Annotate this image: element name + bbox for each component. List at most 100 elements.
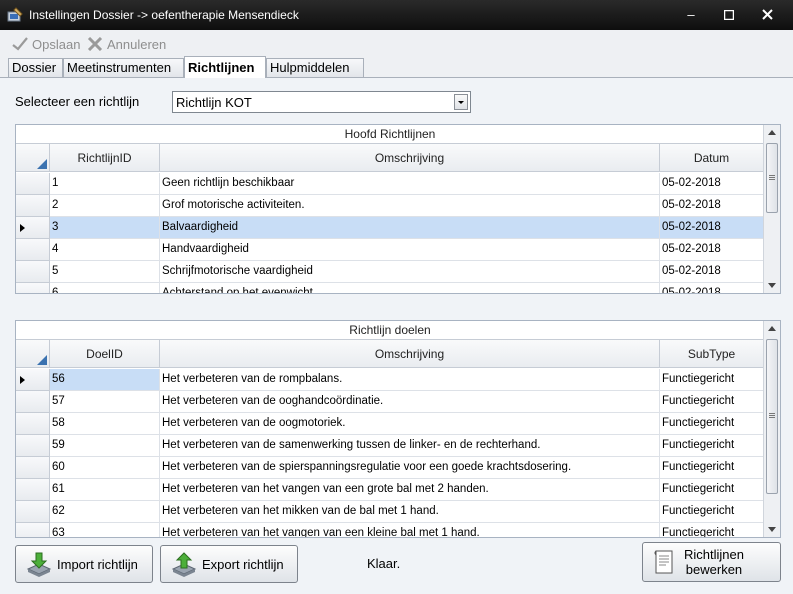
table-row[interactable]: 62 Het verbeteren van het mikken van de b… [16,501,764,523]
table-row[interactable]: 59 Het verbeteren van de samenwerking tus… [16,435,764,457]
table-cell[interactable]: Het verbeteren van het vangen van een kl… [160,523,660,537]
table-row[interactable]: 2 Grof motorische activiteiten. 05-02-2018 [16,195,764,217]
table-cell[interactable]: 58 [50,413,160,435]
row-header[interactable] [16,523,50,537]
table-row[interactable]: 63 Het verbeteren van het vangen van een … [16,523,764,537]
import-richtlijn-button[interactable]: Import richtlijn [15,545,153,583]
table-cell[interactable]: 5 [50,261,160,283]
table-cell[interactable]: 62 [50,501,160,523]
row-header[interactable] [16,217,50,239]
row-header[interactable] [16,501,50,523]
table-cell[interactable]: Achterstand op het evenwicht [160,283,660,293]
scroll-thumb[interactable] [766,339,778,494]
scroll-down-icon[interactable] [768,527,776,532]
table-cell[interactable]: 2 [50,195,160,217]
table-cell[interactable]: 60 [50,457,160,479]
table-cell[interactable]: 3 [50,217,160,239]
row-header[interactable] [16,261,50,283]
table-cell[interactable]: 57 [50,391,160,413]
table-cell[interactable]: Functiegericht [660,457,764,479]
table-cell[interactable]: 05-02-2018 [660,173,764,195]
column-header-datum[interactable]: Datum [660,144,764,172]
table-cell[interactable]: Functiegericht [660,501,764,523]
row-header[interactable] [16,239,50,261]
table-cell[interactable]: Balvaardigheid [160,217,660,239]
table-cell[interactable]: Het verbeteren van de oogmotoriek. [160,413,660,435]
scroll-up-icon[interactable] [768,130,776,135]
table-cell[interactable]: 05-02-2018 [660,283,764,293]
column-header-omschrijving[interactable]: Omschrijving [160,144,660,172]
table-cell[interactable]: Functiegericht [660,479,764,501]
table-cell[interactable]: Het verbeteren van het vangen van een gr… [160,479,660,501]
table-cell[interactable]: Het verbeteren van de ooghandcoördinatie… [160,391,660,413]
row-header[interactable] [16,369,50,391]
table-cell[interactable]: Het verbeteren van het mikken van de bal… [160,501,660,523]
table-cell[interactable]: 63 [50,523,160,537]
column-header-richtlijnid[interactable]: RichtlijnID [50,144,160,172]
table-cell[interactable]: 6 [50,283,160,293]
table-row[interactable]: 58 Het verbeteren van de oogmotoriek. Func… [16,413,764,435]
tab-hulpmiddelen[interactable]: Hulpmiddelen [266,58,364,77]
table-row[interactable]: 57 Het verbeteren van de ooghandcoördinat… [16,391,764,413]
table-row[interactable]: 5 Schrijfmotorische vaardigheid 05-02-2018 [16,261,764,283]
maximize-icon[interactable] [712,4,746,26]
table-cell[interactable]: 59 [50,435,160,457]
table-cell[interactable]: Functiegericht [660,523,764,537]
table-cell[interactable]: 05-02-2018 [660,217,764,239]
table-cell[interactable]: Functiegericht [660,413,764,435]
close-icon[interactable] [750,4,784,26]
column-header-omschrijving[interactable]: Omschrijving [160,340,660,368]
row-header[interactable] [16,195,50,217]
table-cell[interactable]: Handvaardigheid [160,239,660,261]
table-row[interactable]: 3 Balvaardigheid 05-02-2018 [16,217,764,239]
table-row[interactable]: 60 Het verbeteren van de spierspanningsre… [16,457,764,479]
scroll-up-icon[interactable] [768,326,776,331]
row-header[interactable] [16,457,50,479]
table-cell[interactable]: Functiegericht [660,391,764,413]
save-button[interactable]: Opslaan [12,35,80,53]
table-cell[interactable]: Functiegericht [660,435,764,457]
richtlijn-select[interactable]: Richtlijn KOT [172,91,471,113]
scroll-thumb[interactable] [766,143,778,213]
table-row[interactable]: 4 Handvaardigheid 05-02-2018 [16,239,764,261]
checkmark-icon [12,37,28,51]
table-cell[interactable]: Schrijfmotorische vaardigheid [160,261,660,283]
row-header[interactable] [16,479,50,501]
richtlijnen-bewerken-button[interactable]: Richtlijnen bewerken [642,542,781,582]
table-cell[interactable]: 05-02-2018 [660,239,764,261]
scroll-down-icon[interactable] [768,283,776,288]
table-cell[interactable]: Grof motorische activiteiten. [160,195,660,217]
table-cell[interactable]: 61 [50,479,160,501]
tab-dossier[interactable]: Dossier [8,58,63,77]
row-header[interactable] [16,435,50,457]
row-header[interactable] [16,173,50,195]
table-cell[interactable]: Het verbeteren van de spierspanningsregu… [160,457,660,479]
row-header[interactable] [16,283,50,293]
hoofd-richtlijnen-grid: Hoofd Richtlijnen RichtlijnID Omschrijvi… [15,124,781,294]
table-cell[interactable]: Functiegericht [660,369,764,391]
table-row[interactable]: 61 Het verbeteren van het vangen van een … [16,479,764,501]
tab-richtlijnen[interactable]: Richtlijnen [184,56,266,78]
table-cell[interactable]: 1 [50,173,160,195]
table-cell[interactable]: Het verbeteren van de samenwerking tusse… [160,435,660,457]
export-richtlijn-button[interactable]: Export richtlijn [160,545,298,583]
vertical-scrollbar[interactable] [763,321,780,537]
table-row[interactable]: 1 Geen richtlijn beschikbaar 05-02-2018 [16,173,764,195]
table-row[interactable]: 6 Achterstand op het evenwicht 05-02-2018 [16,283,764,293]
tab-meetinstrumenten[interactable]: Meetinstrumenten [63,58,184,77]
table-cell[interactable]: 4 [50,239,160,261]
cancel-button[interactable]: Annuleren [87,35,166,53]
table-cell[interactable]: Het verbeteren van de rompbalans. [160,369,660,391]
row-header[interactable] [16,391,50,413]
column-header-subtype[interactable]: SubType [660,340,764,368]
table-cell[interactable]: 05-02-2018 [660,195,764,217]
table-row[interactable]: 56 Het verbeteren van de rompbalans. Funct… [16,369,764,391]
table-cell[interactable]: 56 [50,369,160,391]
table-cell[interactable]: Geen richtlijn beschikbaar [160,173,660,195]
table-cell[interactable]: 05-02-2018 [660,261,764,283]
row-header[interactable] [16,413,50,435]
chevron-down-icon[interactable] [454,94,468,110]
minimize-icon[interactable]: – [674,4,708,26]
vertical-scrollbar[interactable] [763,125,780,293]
column-header-doelid[interactable]: DoelID [50,340,160,368]
